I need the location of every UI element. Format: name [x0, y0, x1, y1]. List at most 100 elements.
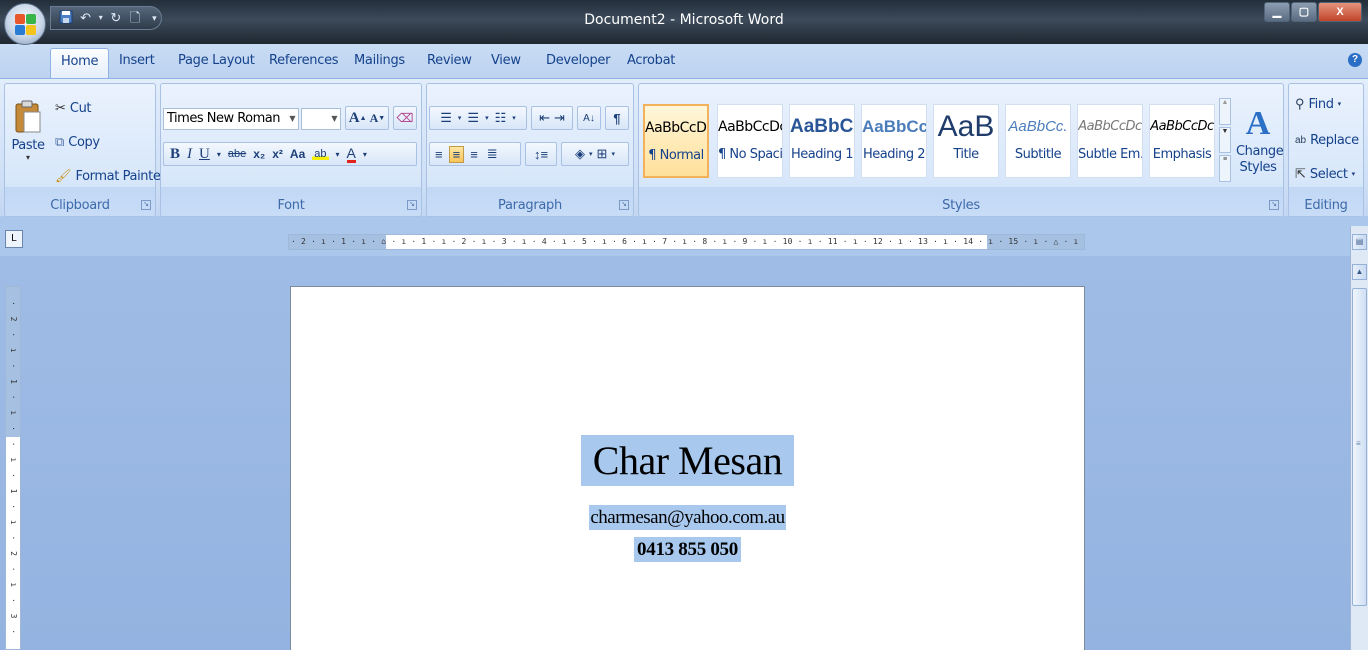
bullets-icon[interactable]: ☰: [440, 110, 452, 126]
font-size-combo[interactable]: ▼: [301, 108, 341, 130]
decrease-indent-icon[interactable]: ⇤: [539, 110, 550, 126]
change-case-button[interactable]: Aa: [290, 147, 305, 161]
strikethrough-button[interactable]: abe: [228, 148, 246, 160]
shrink-font-button[interactable]: A: [370, 111, 379, 126]
help-icon[interactable]: ?: [1348, 53, 1362, 67]
align-left-icon[interactable]: ≡: [432, 147, 446, 162]
tab-developer[interactable]: Developer: [546, 53, 610, 68]
customize-icon[interactable]: ▾: [148, 10, 161, 26]
font-color-icon[interactable]: A: [346, 146, 356, 163]
borders-icon[interactable]: ⊞: [597, 146, 608, 162]
find-button[interactable]: ⚲ Find ▾: [1295, 94, 1341, 114]
editing-group: ⚲ Find ▾ ab Replace ⇱ Select ▾ Editing: [1288, 83, 1364, 217]
tab-selector-icon[interactable]: L: [5, 230, 23, 248]
style-no-spacing[interactable]: AaBbCcDc ¶ No Spaci...: [717, 104, 783, 178]
document-page[interactable]: Char Mesan charmesan@yahoo.com.au 0413 8…: [290, 286, 1085, 650]
maximize-button[interactable]: ▢: [1291, 2, 1317, 22]
chevron-up-icon[interactable]: ▲: [1219, 98, 1231, 125]
paragraph-group-label: Paragraph: [498, 198, 562, 213]
paste-button[interactable]: Paste ▾: [11, 90, 45, 172]
print-preview-icon[interactable]: 🗋: [128, 10, 141, 26]
chevron-down-icon[interactable]: ▾: [363, 150, 367, 159]
font-name-combo[interactable]: Times New Roman ▼: [163, 108, 299, 130]
style-normal[interactable]: AaBbCcDc ¶ Normal: [643, 104, 709, 178]
numbering-icon[interactable]: ☰: [467, 110, 479, 126]
sort-button[interactable]: A↓: [577, 106, 601, 130]
chevron-down-icon[interactable]: ▾: [217, 150, 221, 159]
style-heading-1[interactable]: AaBbC( Heading 1: [789, 104, 855, 178]
style-subtitle[interactable]: AaBbCc. Subtitle: [1005, 104, 1071, 178]
tab-mailings[interactable]: Mailings: [354, 53, 405, 68]
horizontal-ruler[interactable]: · 2 · ı · 1 · ı · ⌂ · ı · 1 · ı · 2 · ı …: [288, 234, 1085, 250]
bold-button[interactable]: B: [170, 146, 180, 163]
doc-line-name[interactable]: Char Mesan: [291, 435, 1084, 486]
doc-line-email[interactable]: charmesan@yahoo.com.au: [291, 505, 1084, 530]
scroll-thumb[interactable]: ≡: [1352, 288, 1367, 606]
cut-label: Cut: [69, 100, 92, 116]
superscript-button[interactable]: x²: [272, 147, 283, 161]
find-label: Find: [1308, 96, 1334, 112]
replace-button[interactable]: ab Replace: [1295, 130, 1359, 150]
chevron-down-icon[interactable]: ▼: [1219, 126, 1231, 154]
vertical-ruler[interactable]: · 2 · ı · 1 · ı · · ı · 1 · ı · 2 · ı · …: [5, 286, 21, 650]
save-icon[interactable]: [59, 10, 73, 26]
multilevel-list-icon[interactable]: ☷: [495, 110, 507, 126]
undo-icon[interactable]: ↶: [79, 10, 92, 26]
undo-dropdown-icon[interactable]: ▾: [98, 10, 103, 26]
chevron-down-icon[interactable]: ▾: [336, 150, 340, 159]
more-icon[interactable]: ≡: [1219, 155, 1231, 183]
tab-page-layout[interactable]: Page Layout: [178, 53, 255, 68]
align-center-icon[interactable]: ≡: [448, 145, 465, 163]
copy-button[interactable]: ⧉ Copy: [55, 132, 100, 152]
clear-formatting-button[interactable]: ⌫: [393, 106, 417, 130]
replace-label: Replace: [1310, 132, 1359, 148]
style-heading-2[interactable]: AaBbCc Heading 2: [861, 104, 927, 178]
dialog-launcher-icon[interactable]: ↘: [141, 200, 151, 210]
show-formatting-button[interactable]: ¶: [605, 106, 629, 130]
line-spacing-button[interactable]: ↕≡: [525, 142, 557, 166]
scroll-up-icon[interactable]: ▲: [1352, 264, 1367, 280]
close-button[interactable]: X: [1318, 2, 1362, 22]
style-sample: AaBbCcDc: [645, 120, 709, 136]
office-button[interactable]: [4, 3, 46, 45]
vertical-scrollbar[interactable]: ▤ ▲ ≡: [1350, 226, 1368, 650]
style-subtle-emphasis[interactable]: AaBbCcDc Subtle Em...: [1077, 104, 1143, 178]
change-styles-icon: A: [1245, 105, 1271, 142]
dialog-launcher-icon[interactable]: ↘: [407, 200, 417, 210]
copy-icon: ⧉: [55, 134, 65, 149]
highlight-icon[interactable]: ab: [312, 148, 329, 160]
italic-button[interactable]: I: [187, 146, 192, 163]
minimize-button[interactable]: ▁: [1264, 2, 1290, 22]
document-area: · 2 · ı · 1 · ı · · ı · 1 · ı · 2 · ı · …: [0, 256, 1350, 650]
align-right-icon[interactable]: ≡: [467, 147, 481, 162]
change-styles-button[interactable]: A Change Styles: [1235, 92, 1284, 188]
redo-icon[interactable]: ↻: [109, 10, 122, 26]
increase-indent-icon[interactable]: ⇥: [554, 110, 565, 126]
dialog-launcher-icon[interactable]: ↘: [619, 200, 629, 210]
subscript-button[interactable]: x₂: [253, 147, 265, 161]
select-button[interactable]: ⇱ Select ▾: [1295, 164, 1355, 184]
tab-review[interactable]: Review: [427, 53, 472, 68]
tab-references[interactable]: References: [269, 53, 339, 68]
tab-home[interactable]: Home: [50, 48, 110, 79]
style-name: Subtle Em...: [1078, 147, 1142, 162]
doc-line-phone[interactable]: 0413 855 050: [291, 537, 1084, 562]
grip-icon: ≡: [1356, 439, 1361, 448]
ruler-toggle-icon[interactable]: ▤: [1352, 234, 1367, 250]
shading-icon[interactable]: ◈: [575, 146, 585, 162]
tab-insert[interactable]: Insert: [119, 53, 155, 68]
pilcrow-icon: ¶: [613, 110, 621, 126]
justify-icon[interactable]: ≣: [484, 146, 501, 162]
grow-font-button[interactable]: A: [349, 110, 360, 127]
chevron-down-icon: ▾: [1337, 101, 1342, 108]
alignment-buttons: ≡ ≡ ≡ ≣: [429, 142, 521, 166]
underline-button[interactable]: U: [199, 146, 210, 163]
paste-dropdown-icon[interactable]: ▾: [26, 153, 30, 162]
tab-view[interactable]: View: [491, 53, 521, 68]
style-title[interactable]: AaB Title: [933, 104, 999, 178]
tab-acrobat[interactable]: Acrobat: [627, 53, 675, 68]
style-emphasis[interactable]: AaBbCcDc Emphasis: [1149, 104, 1215, 178]
dialog-launcher-icon[interactable]: ↘: [1269, 200, 1279, 210]
cut-button[interactable]: ✂ Cut: [55, 98, 92, 118]
format-painter-button[interactable]: 🖌 Format Painter: [55, 166, 166, 186]
